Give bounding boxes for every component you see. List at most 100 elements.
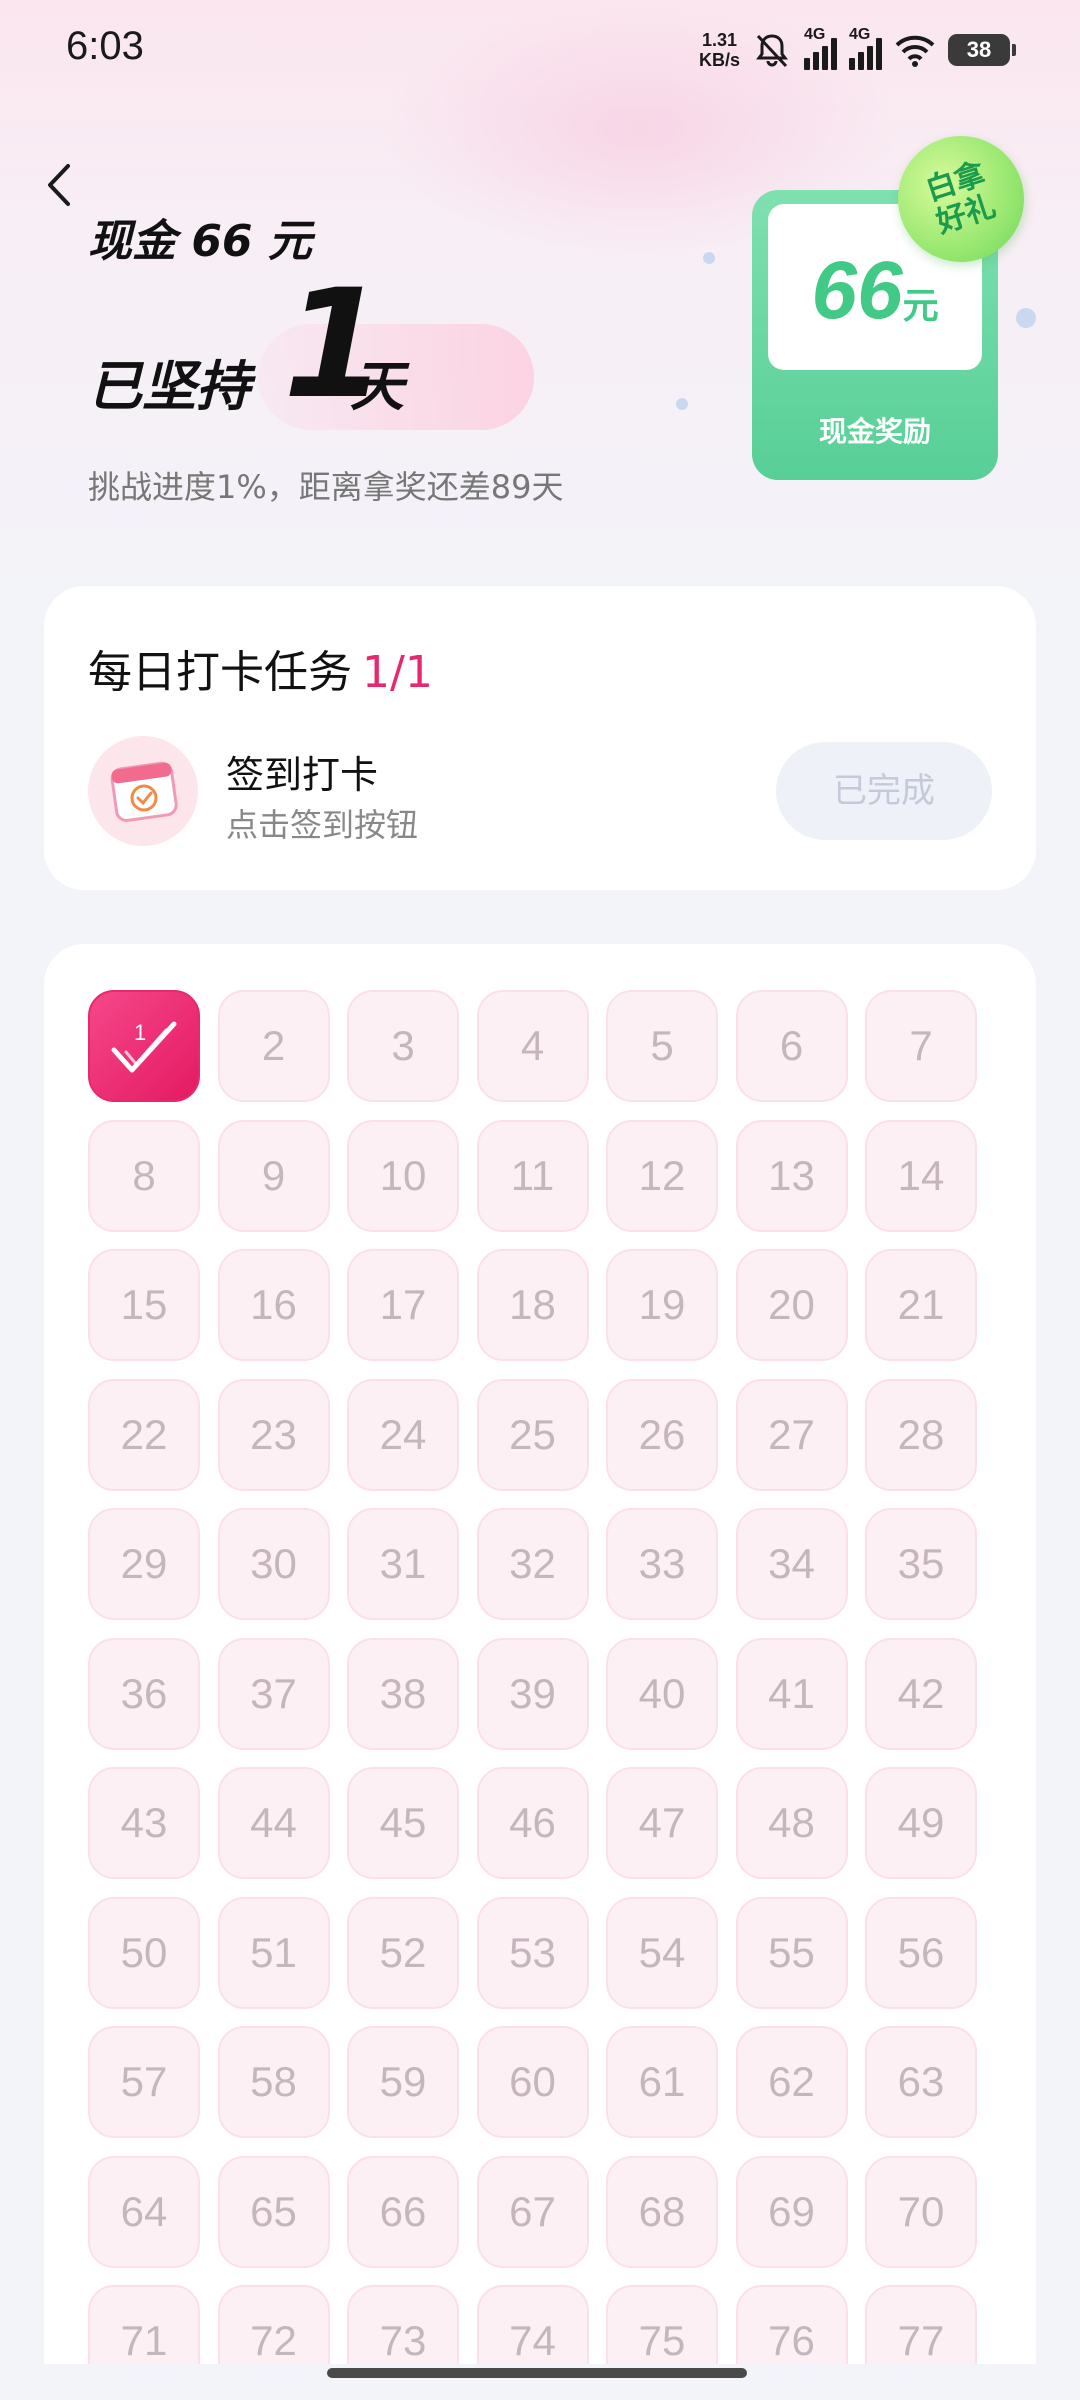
checkin-day[interactable]: 68 [606,2155,718,2268]
checkin-day[interactable]: 40 [606,1637,718,1750]
checkin-day[interactable]: 20 [735,1249,848,1361]
wifi-icon [895,35,935,67]
checkin-day[interactable]: 22 [88,1378,200,1491]
checkin-day[interactable]: 71 [88,2285,200,2364]
challenge-progress-text: 挑战进度1%，距离拿奖还差89天 [88,468,564,506]
checkin-day[interactable]: 19 [606,1249,718,1361]
checkin-day[interactable]: 18 [476,1249,589,1361]
checkin-day[interactable]: 67 [476,2155,589,2268]
checkin-day[interactable]: 24 [347,1378,459,1491]
checkin-day[interactable]: 23 [217,1378,330,1491]
checkin-day[interactable]: 77 [865,2285,977,2364]
checkin-day[interactable]: 35 [865,1508,977,1620]
checkin-day[interactable]: 54 [606,1896,718,2009]
checkin-day[interactable]: 58 [217,2026,330,2138]
checkin-day[interactable]: 46 [476,1767,589,1879]
checkin-day[interactable]: 62 [735,2026,848,2138]
checkin-day[interactable]: 15 [88,1249,200,1361]
checkin-day[interactable]: 73 [347,2285,459,2364]
checkin-day[interactable]: 41 [735,1637,848,1750]
checkin-day[interactable]: 10 [347,1119,459,1232]
checkin-day[interactable]: 6 [735,990,848,1102]
checkin-day[interactable]: 52 [347,1896,459,2009]
checkin-day[interactable]: 17 [347,1249,459,1361]
checkin-day[interactable]: 33 [606,1508,718,1620]
completed-day-number: 1 [134,1020,146,1045]
checkin-day[interactable]: 69 [735,2155,848,2268]
checkin-day[interactable]: 7 [865,990,977,1102]
checkin-day[interactable]: 36 [88,1637,200,1750]
checkin-day[interactable]: 26 [606,1378,718,1491]
checkin-day[interactable]: 27 [735,1378,848,1491]
checkin-day[interactable]: 47 [606,1767,718,1879]
checkin-day[interactable]: 3 [347,990,459,1102]
checkin-day[interactable]: 31 [347,1508,459,1620]
check-mark-icon: 1 [111,1020,177,1073]
checkin-day[interactable]: 39 [476,1637,589,1750]
checkin-day[interactable]: 43 [88,1767,200,1879]
checkin-day[interactable]: 16 [217,1249,330,1361]
checkin-day[interactable]: 63 [865,2026,977,2138]
checkin-day[interactable]: 45 [347,1767,459,1879]
network-speed-value: 1.31 [701,30,738,50]
checkin-day[interactable]: 53 [476,1896,589,2009]
checkin-day[interactable]: 12 [606,1119,718,1232]
mute-bell-icon [756,34,788,68]
checkin-day[interactable]: 76 [735,2285,848,2364]
checkin-day[interactable]: 74 [476,2285,589,2364]
checkin-day[interactable]: 57 [88,2026,200,2138]
task-completed-button[interactable]: 已完成 [776,742,992,840]
checkin-day[interactable]: 60 [476,2026,589,2138]
checkin-day[interactable]: 37 [217,1637,330,1750]
task-count: 1/1 [362,647,433,698]
checkin-day[interactable]: 48 [735,1767,848,1879]
network-speed: 1.31 KB/s [699,30,740,70]
checkin-day[interactable]: 30 [217,1508,330,1620]
checkin-day[interactable]: 70 [865,2155,977,2268]
persist-suffix: 天 [350,355,404,418]
checkin-day[interactable]: 66 [347,2155,459,2268]
checkin-day[interactable]: 61 [606,2026,718,2138]
reward-amount-number: 66 [811,245,903,336]
checkin-day[interactable]: 4 [476,990,589,1102]
checkin-day[interactable]: 8 [88,1119,200,1232]
checkin-day[interactable]: 55 [735,1896,848,2009]
checkin-day[interactable]: 28 [865,1378,977,1491]
checkin-day[interactable]: 32 [476,1508,589,1620]
checkin-day[interactable]: 72 [217,2285,330,2364]
back-arrow-icon[interactable] [40,160,80,210]
reward-label: 现金奖励 [818,415,931,448]
network-2-label: 4G [849,26,871,43]
network-speed-unit: KB/s [698,50,740,70]
checkin-day[interactable]: 9 [217,1119,330,1232]
checkin-day[interactable]: 64 [88,2155,200,2268]
checkin-day[interactable]: 34 [735,1508,848,1620]
checkin-day[interactable]: 50 [88,1896,200,2009]
checkin-day-completed[interactable]: 1 [88,990,200,1102]
checkin-day[interactable]: 59 [347,2026,459,2138]
checkin-day[interactable]: 29 [88,1508,200,1620]
checkin-day[interactable]: 5 [606,990,718,1102]
checkin-day[interactable]: 13 [735,1119,848,1232]
checkin-day[interactable]: 14 [865,1119,977,1232]
checkin-day[interactable]: 56 [865,1896,977,2009]
checkin-day[interactable]: 42 [865,1637,977,1750]
signal-4g-2-icon: 4G [849,26,882,70]
checkin-day[interactable]: 44 [217,1767,330,1879]
checkin-day-grid: 1 2 3 4 5 6 7 8 9 10 11 12 13 14 15 16 17 18 19 20 21 22 23 24 2… [88,990,977,2364]
network-1-label: 4G [804,26,826,43]
checkin-day[interactable]: 21 [865,1249,977,1361]
task-title-text: 每日打卡任务 [88,647,352,698]
task-description: 点击签到按钮 [226,806,419,844]
checkin-day[interactable]: 75 [606,2285,718,2364]
checkin-day[interactable]: 38 [347,1637,459,1750]
checkin-day[interactable]: 65 [217,2155,330,2268]
checkin-calendar-card: 1 2 3 4 5 6 7 8 9 10 11 12 13 14 15 16 17 18 19 20 21 22 23 24 2… [44,944,1036,2364]
checkin-day[interactable]: 25 [476,1378,589,1491]
checkin-day[interactable]: 51 [217,1896,330,2009]
decor-dot [676,398,688,410]
home-indicator[interactable] [327,2368,747,2378]
checkin-day[interactable]: 11 [476,1119,589,1232]
checkin-day[interactable]: 2 [217,990,330,1102]
checkin-day[interactable]: 49 [865,1767,977,1879]
